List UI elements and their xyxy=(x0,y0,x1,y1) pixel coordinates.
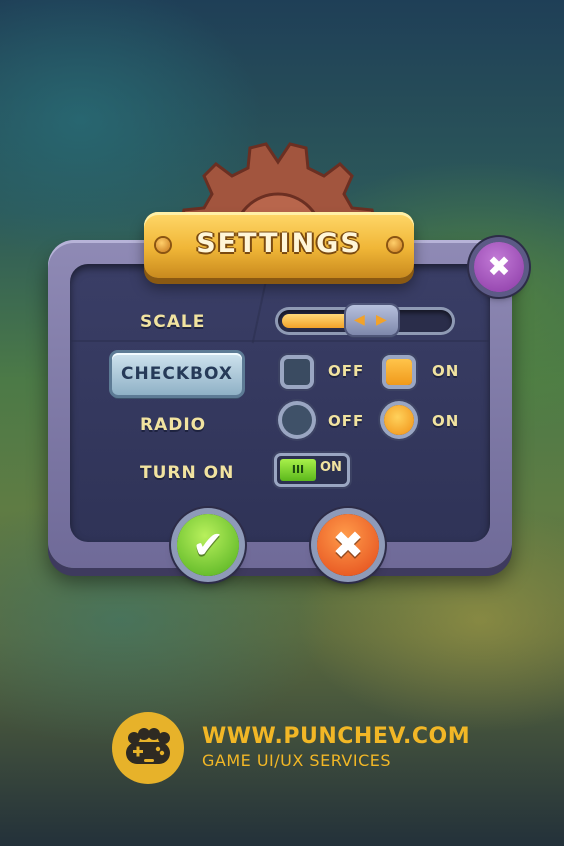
checkmark-icon: ✔ xyxy=(192,523,224,567)
checkbox-off-label: OFF xyxy=(328,362,365,380)
scale-label: SCALE xyxy=(140,312,206,332)
cross-icon: ✖ xyxy=(332,523,364,567)
checkbox-label-button[interactable]: CHECKBOX xyxy=(112,353,242,395)
checkbox-on-label: ON xyxy=(432,362,460,380)
left-right-arrows-icon: ◀ xyxy=(354,312,365,328)
gamepad-brass-knuckles-icon xyxy=(126,728,170,764)
left-right-arrows-icon: ▶ xyxy=(376,312,387,328)
checkbox-on[interactable] xyxy=(386,359,412,385)
panel-crack xyxy=(70,340,490,342)
radio-off[interactable] xyxy=(282,405,312,435)
page-title: SETTINGS xyxy=(196,228,362,259)
settings-panel-body xyxy=(70,264,490,542)
cancel-button[interactable]: ✖ xyxy=(317,514,379,576)
radio-on-label: ON xyxy=(432,412,460,430)
toggle-thumb[interactable]: III xyxy=(280,459,316,481)
radio-on[interactable] xyxy=(384,405,414,435)
brand-logo xyxy=(112,712,184,784)
toggle-state-label: ON xyxy=(320,460,342,475)
confirm-button[interactable]: ✔ xyxy=(177,514,239,576)
footer-subtitle: GAME UI/UX SERVICES xyxy=(202,751,392,770)
radio-off-label: OFF xyxy=(328,412,365,430)
turn-on-label: TURN ON xyxy=(140,463,235,483)
close-icon: ✖ xyxy=(487,250,511,283)
radio-label: RADIO xyxy=(140,415,207,435)
footer-url[interactable]: WWW.PUNCHEV.COM xyxy=(202,724,470,749)
close-button[interactable]: ✖ xyxy=(474,242,524,292)
checkbox-off[interactable] xyxy=(284,359,310,385)
